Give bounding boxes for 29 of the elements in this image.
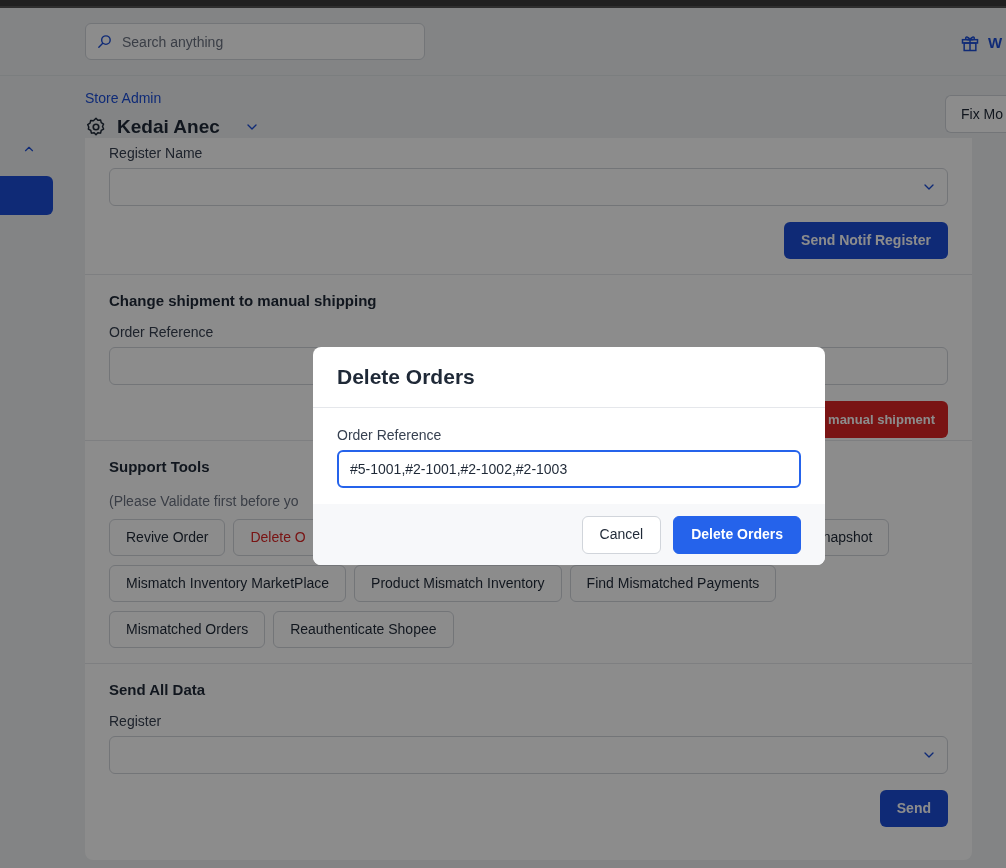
tool-button[interactable]: Mismatch Inventory MarketPlace <box>109 565 347 602</box>
select-field[interactable] <box>109 736 948 774</box>
field-label: Register <box>109 712 163 730</box>
field-label: Register Name <box>109 144 204 162</box>
tool-button[interactable]: Find Mismatched Payments <box>569 565 777 602</box>
section-title: Support Tools <box>109 457 210 477</box>
field-label: Order Reference <box>337 426 443 444</box>
order-reference-field[interactable]: #5-1001,#2-1001,#2-1002,#2-1003 <box>337 450 801 488</box>
tool-button[interactable]: Mismatched Orders <box>109 611 266 648</box>
tool-button[interactable]: Revive Order <box>109 519 226 556</box>
tool-button[interactable]: Product Mismatch Inventory <box>354 565 562 602</box>
section-title: Send All Data <box>109 680 206 700</box>
store-name: Kedai Anec <box>117 115 220 139</box>
section-note: (Please Validate first before yo <box>109 492 299 511</box>
search-icon <box>96 33 113 50</box>
action-button[interactable]: Send <box>879 790 948 827</box>
dialog-title: Delete Orders <box>313 347 825 408</box>
cancel-button[interactable]: Cancel <box>581 515 662 554</box>
rewards-link[interactable]: W <box>960 32 1003 55</box>
tool-button[interactable]: Reauthenticate Shopee <box>273 611 454 648</box>
select-field[interactable] <box>109 168 948 206</box>
search-field[interactable]: Search anything <box>85 23 425 60</box>
gift-icon <box>960 33 980 54</box>
action-button[interactable]: Send Notif Register <box>784 222 948 259</box>
sidebar-item[interactable] <box>0 176 53 215</box>
field-label: Order Reference <box>109 323 215 341</box>
section-title: Change shipment to manual shipping <box>109 291 377 311</box>
fix-button[interactable]: Fix Mo <box>945 95 1006 133</box>
delete-button[interactable]: Delete Orders <box>673 515 801 554</box>
